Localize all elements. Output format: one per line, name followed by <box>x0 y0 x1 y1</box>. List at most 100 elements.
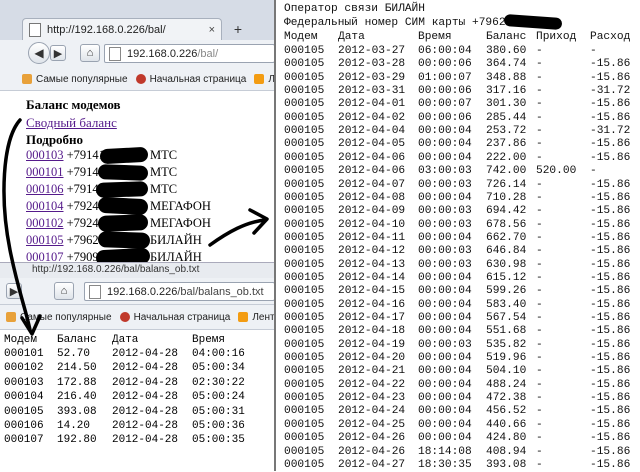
summary-balance-link[interactable]: Сводный баланс <box>26 115 117 131</box>
page-icon <box>89 284 101 299</box>
star-icon <box>6 312 16 322</box>
detail-col-expense: -31.72 <box>590 125 631 138</box>
detail-col-date: 2012-04-27 <box>338 458 406 471</box>
modem-link[interactable]: 000105 <box>26 233 64 247</box>
detail-col-date: 2012-04-26 <box>338 432 406 445</box>
detail-col-balance: 567.54 <box>486 312 527 324</box>
back-button[interactable]: ◀ <box>28 42 50 64</box>
tab-close-icon[interactable]: × <box>209 24 215 36</box>
modem-operator: МТС <box>150 182 178 196</box>
detail-col-time-header: Время <box>418 31 452 43</box>
detail-col-balance: 285.44 <box>486 111 527 124</box>
modem-link[interactable]: 000101 <box>26 165 64 179</box>
detail-table-row: 000105 2012-04-19 00:00:03 535.82- -15.86 <box>284 338 638 352</box>
redaction-mark <box>95 181 149 198</box>
url-path: /bal/ <box>197 47 219 60</box>
forward-button[interactable]: ▶ <box>6 283 22 299</box>
bookmark-start-page[interactable]: Начальная страница <box>119 312 230 323</box>
detail-col-modem-header: Модем <box>284 31 318 43</box>
detail-col-balance: 726.14 <box>486 178 527 191</box>
detail-col-balance: 364.74 <box>486 58 527 71</box>
detail-col-time: 03:00:03 <box>418 165 472 178</box>
detail-table-row: 000105 2012-04-10 00:00:03 678.56- -15.86 <box>284 218 638 232</box>
detail-col-modem: 000105 <box>284 405 325 418</box>
modem-link[interactable]: 000106 <box>26 182 64 196</box>
detail-col-modem: 000105 <box>284 312 325 324</box>
detail-col-date: 2012-04-24 <box>338 405 406 418</box>
detail-col-balance: 237.86 <box>486 138 527 151</box>
detail-col-balance: 519.96 <box>486 352 527 365</box>
detail-table-row: 000105 2012-04-24 00:00:04 456.52- -15.86 <box>284 404 638 418</box>
detail-col-date: 2012-04-13 <box>338 258 406 271</box>
bookmark-most-visited[interactable]: Самые популярные <box>6 312 112 323</box>
detail-col-modem: 000105 <box>284 445 325 458</box>
new-tab-button[interactable]: + <box>228 20 248 38</box>
detail-col-time: 00:00:04 <box>418 418 472 431</box>
home-button[interactable]: ⌂ <box>80 44 100 62</box>
summary-cell-modem: 000107 <box>4 434 44 447</box>
modem-operator: МТС <box>150 165 178 179</box>
bookmark-most-visited[interactable]: Самые популярные <box>22 74 128 85</box>
detail-col-expense: -15.86 <box>590 71 631 84</box>
summary-cell-modem: 000102 <box>4 362 44 375</box>
forward-arrow-icon: ▶ <box>9 285 19 298</box>
rss-icon <box>238 312 249 322</box>
home-button[interactable]: ⌂ <box>54 282 74 300</box>
detail-col-income: - <box>536 111 543 124</box>
modem-link[interactable]: 000103 <box>26 148 64 162</box>
detail-col-modem: 000105 <box>284 392 325 405</box>
detail-col-modem: 000105 <box>284 378 325 391</box>
detail-col-time: 00:00:06 <box>418 58 472 71</box>
modem-phone: +7914 <box>66 182 99 196</box>
detail-col-income: 520.00 <box>536 165 577 178</box>
detail-col-modem: 000105 <box>284 178 325 191</box>
detail-col-time: 00:00:04 <box>418 378 472 391</box>
summary-cell-time: 02:30:22 <box>192 376 245 389</box>
detail-col-income: - <box>536 98 543 111</box>
detail-col-date: 2012-04-11 <box>338 231 406 244</box>
detail-col-income: - <box>536 285 543 298</box>
summary-cell-time: 05:00:35 <box>192 434 245 447</box>
detail-table-row: 000105 2012-04-20 00:00:04 519.96- -15.86 <box>284 351 638 365</box>
detail-col-balance: 694.42 <box>486 205 527 218</box>
detail-table-row: 000105 2012-04-26 00:00:04 424.80- -15.86 <box>284 431 638 445</box>
detail-col-income: - <box>536 298 543 311</box>
detail-col-expense: -15.86 <box>590 258 631 271</box>
detail-col-time: 00:00:04 <box>418 138 472 151</box>
modem-link[interactable]: 000104 <box>26 199 64 213</box>
detail-col-date: 2012-04-19 <box>338 338 406 351</box>
operator-line: Оператор связи БИЛАЙН <box>284 3 425 15</box>
detail-col-date: 2012-04-23 <box>338 392 406 405</box>
top-browser-tab[interactable]: http://192.168.0.226/bal/ × <box>22 18 222 40</box>
detail-col-income: - <box>536 405 543 418</box>
top-url-bar[interactable]: 192.168.0.226 /bal/ <box>104 44 275 63</box>
summary-table-row: 000103 172.88 2012-04-28 02:30:22 <box>4 377 274 391</box>
forward-button[interactable]: ▶ <box>50 45 66 61</box>
detail-table-row: 000105 2012-04-15 00:00:04 599.26- -15.86 <box>284 284 638 298</box>
summary-table-row: 000101 52.70 2012-04-28 04:00:16 <box>4 348 274 362</box>
detail-table-header: Модем Дата Время Баланс Приход Расход <box>284 30 638 44</box>
detail-col-balance: 424.80 <box>486 432 527 445</box>
detail-col-date: 2012-04-07 <box>338 178 406 191</box>
bottom-url-bar[interactable]: 192.168.0.226 /bal/balans_ob.txt <box>84 282 275 301</box>
modem-row: 000102 +7924 <box>26 216 99 231</box>
detail-col-time: 00:00:03 <box>418 338 472 351</box>
detail-col-modem: 000105 <box>284 98 325 111</box>
detail-col-time: 00:00:04 <box>418 352 472 365</box>
url-path: /bal/balans_ob.txt <box>177 285 264 298</box>
bookmark-start-page[interactable]: Начальная страница <box>135 74 246 85</box>
detail-col-time: 00:00:04 <box>418 125 472 138</box>
summary-table-row: 000102 214.50 2012-04-28 05:00:34 <box>4 362 274 376</box>
detail-table-row: 000105 2012-04-05 00:00:04 237.86- -15.86 <box>284 137 638 151</box>
detail-col-time: 00:00:04 <box>418 191 472 204</box>
summary-header-balance: Баланс <box>57 334 97 346</box>
summary-header-date: Дата <box>112 334 139 346</box>
back-arrow-icon: ◀ <box>34 46 44 60</box>
summary-header-modem: Модем <box>4 334 38 346</box>
modem-link[interactable]: 000102 <box>26 216 64 230</box>
detail-table-row: 000105 2012-04-26 18:14:08 408.94- -15.86 <box>284 445 638 459</box>
detail-col-modem: 000105 <box>284 231 325 244</box>
detail-col-income: - <box>536 325 543 338</box>
detail-col-time: 00:00:06 <box>418 85 472 98</box>
detail-table-row: 000105 2012-04-27 18:30:35 393.08- -15.86 <box>284 458 638 472</box>
